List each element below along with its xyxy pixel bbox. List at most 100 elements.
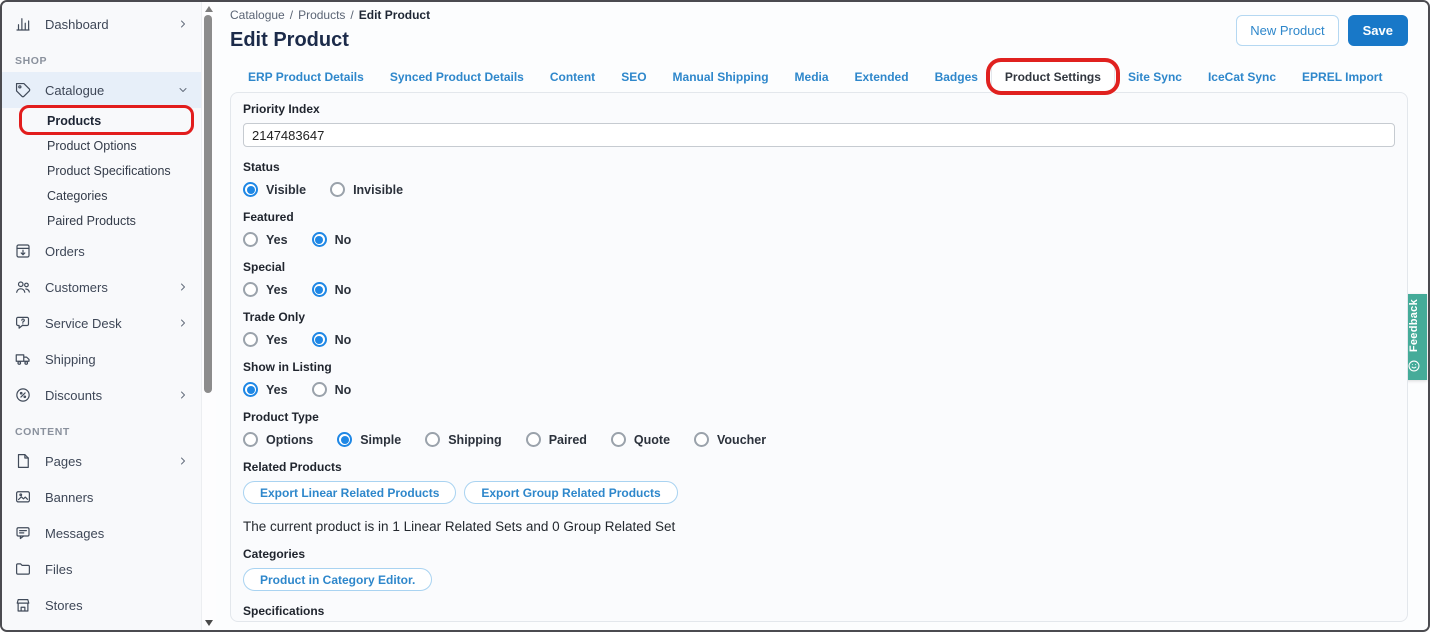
sidebar-item-messages[interactable]: Messages <box>2 515 201 551</box>
tab-label: Extended <box>855 70 909 84</box>
radio-featured-no[interactable]: No <box>312 232 352 247</box>
radio-product-type-shipping[interactable]: Shipping <box>425 432 501 447</box>
tab-seo[interactable]: SEO <box>608 62 659 92</box>
radio-option-label: Shipping <box>448 433 501 447</box>
status-label: Status <box>243 160 1395 174</box>
radio-option-label: Voucher <box>717 433 766 447</box>
radio-unselected-icon[interactable] <box>425 432 440 447</box>
sidebar-scrollbar[interactable] <box>202 2 216 630</box>
sidebar-item-categories[interactable]: Categories <box>2 183 201 208</box>
radio-unselected-icon[interactable] <box>312 382 327 397</box>
radio-selected-icon[interactable] <box>243 182 258 197</box>
sidebar-item-discounts[interactable]: Discounts <box>2 377 201 413</box>
chevron-right-icon <box>177 317 189 329</box>
sidebar-item-shipping[interactable]: Shipping <box>2 341 201 377</box>
radio-show-in-listing-yes[interactable]: Yes <box>243 382 288 397</box>
radio-unselected-icon[interactable] <box>526 432 541 447</box>
sidebar-item-orders[interactable]: Orders <box>2 233 201 269</box>
sidebar-item-product-specifications[interactable]: Product Specifications <box>2 158 201 183</box>
tab-manual-shipping[interactable]: Manual Shipping <box>660 62 782 92</box>
top-bar: Catalogue/Products/Edit Product Edit Pro… <box>230 6 1408 52</box>
radio-product-type-quote[interactable]: Quote <box>611 432 670 447</box>
tab-product-settings[interactable]: Product Settings <box>991 61 1115 93</box>
radio-option-label: Paired <box>549 433 587 447</box>
tab-label: ERP Product Details <box>248 70 364 84</box>
radio-trade-only-no[interactable]: No <box>312 332 352 347</box>
feedback-label: Feedback <box>1408 299 1420 352</box>
sidebar-item-service-desk[interactable]: Service Desk <box>2 305 201 341</box>
radio-trade-only-yes[interactable]: Yes <box>243 332 288 347</box>
tab-label: SEO <box>621 70 646 84</box>
chevron-down-icon <box>177 84 189 96</box>
sidebar-item-files[interactable]: Files <box>2 551 201 587</box>
field-featured: FeaturedYesNo <box>243 210 1395 247</box>
sidebar-item-customers[interactable]: Customers <box>2 269 201 305</box>
radio-featured-yes[interactable]: Yes <box>243 232 288 247</box>
radio-unselected-icon[interactable] <box>243 332 258 347</box>
radio-selected-icon[interactable] <box>243 382 258 397</box>
tab-media[interactable]: Media <box>782 62 842 92</box>
status-options: Visible Invisible <box>243 182 1395 197</box>
tab-badges[interactable]: Badges <box>922 62 991 92</box>
new-product-button[interactable]: New Product <box>1236 15 1338 46</box>
radio-show-in-listing-no[interactable]: No <box>312 382 352 397</box>
radio-unselected-icon[interactable] <box>694 432 709 447</box>
sidebar-item-dashboard[interactable]: Dashboard <box>2 6 201 42</box>
export-linear-related-products-button[interactable]: Export Linear Related Products <box>243 481 456 504</box>
breadcrumb-item-products[interactable]: Products <box>298 8 345 22</box>
radio-selected-icon[interactable] <box>312 332 327 347</box>
radio-selected-icon[interactable] <box>337 432 352 447</box>
tab-erp-product-details[interactable]: ERP Product Details <box>235 62 377 92</box>
tab-synced-product-details[interactable]: Synced Product Details <box>377 62 537 92</box>
sidebar-item-paired-products[interactable]: Paired Products <box>2 208 201 233</box>
tab-eprel-import[interactable]: EPREL Import <box>1289 62 1395 92</box>
app-window: DashboardSHOPCatalogueProductsProduct Op… <box>0 0 1430 632</box>
tab-content[interactable]: Content <box>537 62 608 92</box>
tab-icecat-sync[interactable]: IceCat Sync <box>1195 62 1289 92</box>
tab-extended[interactable]: Extended <box>842 62 922 92</box>
tab-label: Synced Product Details <box>390 70 524 84</box>
radio-unselected-icon[interactable] <box>330 182 345 197</box>
radio-product-type-options[interactable]: Options <box>243 432 313 447</box>
radio-option-label: Options <box>266 433 313 447</box>
scroll-up-arrow-icon[interactable] <box>205 6 213 12</box>
tab-label: Manual Shipping <box>673 70 769 84</box>
sidebar-item-pages[interactable]: Pages <box>2 443 201 479</box>
radio-option-label: Quote <box>634 433 670 447</box>
priority-index-input[interactable] <box>243 123 1395 147</box>
radio-unselected-icon[interactable] <box>243 282 258 297</box>
sidebar-item-stores[interactable]: Stores <box>2 587 201 623</box>
radio-option-label: Yes <box>266 283 288 297</box>
sidebar-scrollbar-thumb[interactable] <box>204 15 212 393</box>
breadcrumb-item-catalogue[interactable]: Catalogue <box>230 8 285 22</box>
discounts-icon <box>14 386 32 404</box>
tab-site-sync[interactable]: Site Sync <box>1115 62 1195 92</box>
sidebar-item-products[interactable]: Products <box>2 108 201 133</box>
sidebar-item-catalogue[interactable]: Catalogue <box>2 72 201 108</box>
radio-selected-icon[interactable] <box>312 232 327 247</box>
sidebar-section-heading-content: CONTENT <box>2 413 201 443</box>
radio-unselected-icon[interactable] <box>243 232 258 247</box>
radio-product-type-simple[interactable]: Simple <box>337 432 401 447</box>
tab-label: Site Sync <box>1128 70 1182 84</box>
radio-status-invisible[interactable]: Invisible <box>330 182 403 197</box>
categories-section: Categories Product in Category Editor. <box>243 547 1395 591</box>
export-group-related-products-button[interactable]: Export Group Related Products <box>464 481 677 504</box>
radio-unselected-icon[interactable] <box>611 432 626 447</box>
radio-special-no[interactable]: No <box>312 282 352 297</box>
save-button[interactable]: Save <box>1348 15 1408 46</box>
sidebar-item-banners[interactable]: Banners <box>2 479 201 515</box>
radio-unselected-icon[interactable] <box>243 432 258 447</box>
tab-label: Media <box>795 70 829 84</box>
related-products-info: The current product is in 1 Linear Relat… <box>243 519 1395 534</box>
radio-product-type-paired[interactable]: Paired <box>526 432 587 447</box>
chevron-right-icon <box>177 455 189 467</box>
sidebar-item-label: Files <box>45 562 72 577</box>
radio-selected-icon[interactable] <box>312 282 327 297</box>
sidebar-item-product-options[interactable]: Product Options <box>2 133 201 158</box>
radio-special-yes[interactable]: Yes <box>243 282 288 297</box>
scroll-down-arrow-icon[interactable] <box>205 620 213 626</box>
category-editor-button[interactable]: Product in Category Editor. <box>243 568 432 591</box>
radio-product-type-voucher[interactable]: Voucher <box>694 432 766 447</box>
radio-status-visible[interactable]: Visible <box>243 182 306 197</box>
